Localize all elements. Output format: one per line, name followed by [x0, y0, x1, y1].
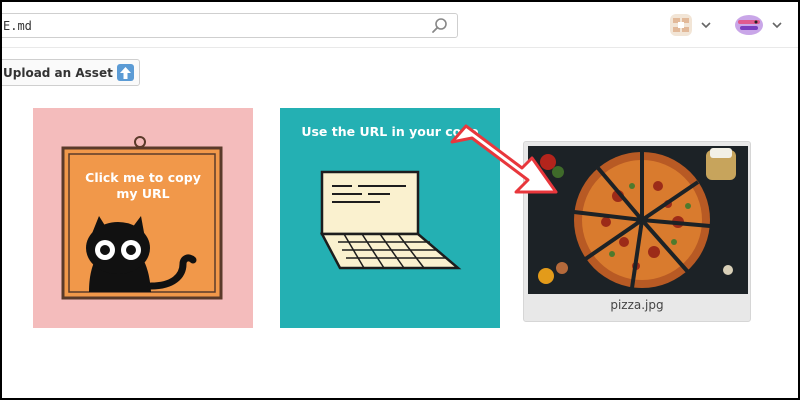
upload-arrow-icon	[116, 64, 134, 81]
chevron-down-icon	[701, 22, 711, 29]
asset-filename: pizza.jpg	[610, 298, 664, 312]
header-divider	[2, 47, 798, 48]
upload-asset-label: Upload an Asset	[3, 65, 113, 80]
project-avatar	[670, 14, 692, 36]
pointer-arrow-icon	[450, 124, 558, 194]
search-input[interactable]: E.md	[2, 13, 458, 38]
upload-asset-button[interactable]: Upload an Asset	[2, 59, 140, 86]
user-avatar-button[interactable]	[734, 14, 782, 36]
search-value[interactable]: E.md	[2, 19, 429, 33]
copy-url-asset-tile[interactable]: Click me to copy my URL	[33, 108, 253, 328]
copy-url-caption: Click me to copy my URL	[85, 170, 201, 201]
chevron-down-icon	[772, 22, 782, 29]
project-avatar-button[interactable]	[669, 14, 711, 36]
user-avatar	[735, 15, 763, 35]
app-window: E.md Upload an Asset Click me to copy my…	[2, 2, 798, 398]
framed-cat-illustration	[61, 136, 223, 300]
search-icon[interactable]	[429, 15, 451, 37]
